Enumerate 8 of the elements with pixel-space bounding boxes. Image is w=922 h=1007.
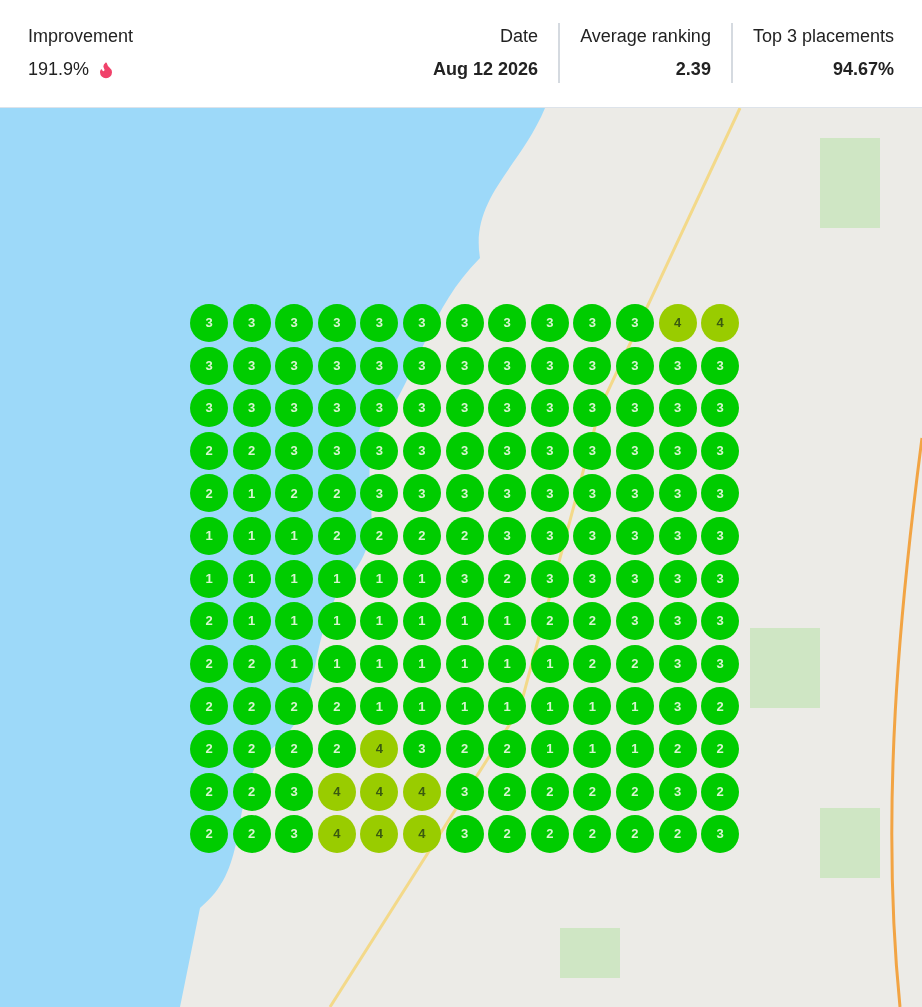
stat-label: Date — [500, 25, 539, 48]
stat-value: 2.39 — [675, 58, 711, 81]
stat-value: 191.9% — [28, 58, 90, 81]
stat-value: Aug 12 2026 — [433, 58, 539, 81]
stat-value: 94.67% — [832, 58, 894, 81]
stat-label: Average ranking — [580, 25, 711, 48]
stat-label: Top 3 placements — [752, 25, 894, 48]
stat-label: Improvement — [28, 25, 134, 48]
